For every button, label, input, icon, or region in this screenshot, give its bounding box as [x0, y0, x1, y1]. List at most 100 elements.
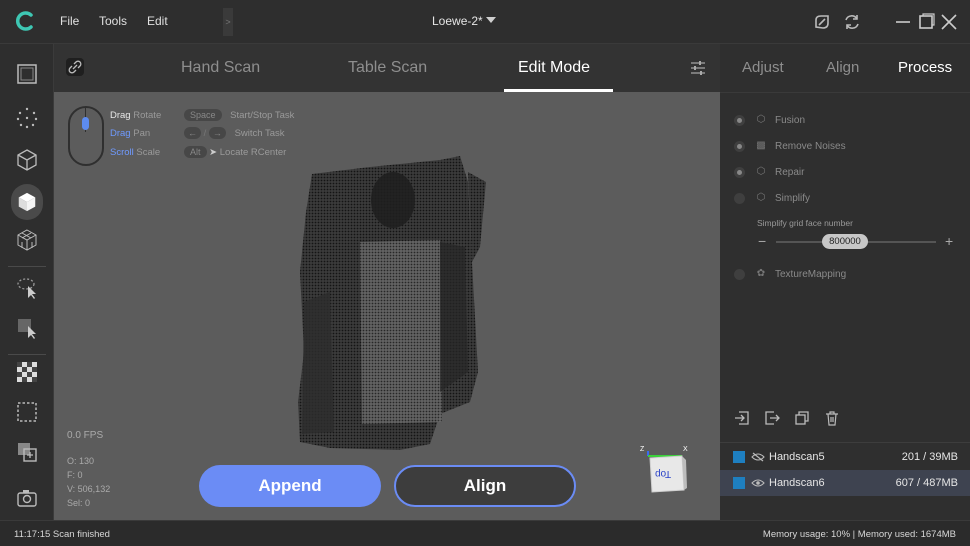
gizmo-face-label: Top [655, 468, 672, 479]
tab-adjust[interactable]: Adjust [742, 59, 784, 76]
repair-radio[interactable] [734, 166, 745, 178]
texture-mapping-radio[interactable] [734, 268, 745, 280]
process-repair[interactable]: ⬡ Repair [734, 164, 804, 180]
alt-key-badge: Alt [184, 146, 207, 158]
simplify-grid-label: Simplify grid face number [757, 218, 853, 228]
append-button[interactable]: Append [199, 465, 381, 507]
status-bar: 11:17:15 Scan finished Memory usage: 10%… [0, 520, 970, 546]
hint-pan-label: Pan [133, 128, 151, 139]
simplify-slider-value[interactable]: 800000 [822, 234, 868, 249]
axis-x-label: X [683, 446, 688, 453]
align-button[interactable]: Align [394, 465, 576, 507]
divider [720, 442, 970, 443]
process-remove-noises[interactable]: ▩ Remove Noises [734, 138, 846, 154]
remove-noises-radio[interactable] [734, 140, 745, 152]
export-icon[interactable] [764, 410, 780, 426]
layers-add-icon[interactable] [7, 434, 47, 470]
hint-switch-label: Switch Task [234, 128, 285, 139]
duplicate-icon[interactable] [794, 410, 810, 426]
refine-icon[interactable] [812, 12, 832, 32]
decrease-icon[interactable]: − [758, 233, 766, 249]
stat-o: O: 130 [67, 456, 95, 466]
minimize-icon[interactable] [893, 12, 913, 32]
camera-icon[interactable] [7, 480, 47, 516]
repair-label: Repair [775, 166, 805, 178]
fusion-radio[interactable] [734, 114, 745, 126]
hint-scale-label: Scale [136, 147, 161, 158]
hint-pan-key: Drag [110, 128, 131, 139]
arrow-right-icon: → [208, 127, 226, 139]
divider [720, 92, 970, 93]
layer-checkbox[interactable] [733, 477, 745, 489]
frame-select-icon[interactable] [7, 56, 47, 92]
scan-point-cloud[interactable] [290, 152, 540, 452]
wireframe-cube-icon[interactable] [7, 142, 47, 178]
cursor-icon: ➤ [209, 147, 218, 158]
mode-tabs-bar: Hand Scan Table Scan Edit Mode [54, 44, 720, 92]
axis-z-label: Z [640, 446, 645, 453]
link-icon[interactable] [66, 58, 84, 76]
right-panel: Adjust Align Process ⬡ Fusion ▩ Remove N… [720, 44, 970, 520]
layer-checkbox[interactable] [733, 451, 745, 463]
tab-edit-mode[interactable]: Edit Mode [518, 59, 590, 77]
hint-scale-key: Scroll [110, 147, 134, 158]
app-logo-icon [15, 11, 33, 31]
fusion-icon: ⬡ [756, 114, 766, 125]
simplify-radio[interactable] [734, 192, 745, 204]
maximize-icon[interactable] [916, 12, 936, 32]
simplify-label: Simplify [775, 192, 811, 204]
eye-hidden-icon[interactable] [751, 452, 765, 462]
chevron-down-icon[interactable] [486, 17, 496, 23]
dashed-select-icon[interactable] [7, 394, 47, 430]
collapse-handle[interactable]: > [223, 8, 233, 36]
checker-icon[interactable] [7, 354, 47, 390]
delete-icon[interactable] [824, 410, 840, 426]
settings-sliders-icon[interactable] [690, 60, 706, 76]
tab-hand-scan[interactable]: Hand Scan [181, 59, 260, 77]
layer-info: 607 / 487MB [895, 477, 958, 489]
stat-v: V: 506,132 [67, 484, 111, 494]
title-bar: File Tools Edit > Loewe-2* [0, 0, 970, 44]
tab-process[interactable]: Process [898, 59, 952, 76]
tab-align[interactable]: Align [826, 59, 859, 76]
process-fusion[interactable]: ⬡ Fusion [734, 112, 805, 128]
stat-sel: Sel: 0 [67, 498, 91, 508]
solid-cube-icon[interactable] [11, 184, 43, 220]
increase-icon[interactable]: + [945, 233, 953, 249]
texture-mapping-label: TextureMapping [775, 268, 847, 280]
refresh-icon[interactable] [842, 12, 862, 32]
process-simplify[interactable]: ⬡ Simplify [734, 190, 810, 206]
status-message: 11:17:15 Scan finished [14, 529, 110, 540]
import-icon[interactable] [734, 410, 750, 426]
memory-usage: Memory usage: 10% | Memory used: 1674MB [762, 529, 956, 540]
arrow-left-icon: ← [184, 127, 201, 139]
divider [8, 266, 46, 267]
close-icon[interactable] [939, 12, 959, 32]
menu-tools[interactable]: Tools [99, 14, 127, 28]
remove-noises-label: Remove Noises [775, 140, 846, 152]
layer-name: Handscan6 [769, 477, 825, 489]
menu-edit[interactable]: Edit [147, 14, 168, 28]
repair-icon: ⬡ [756, 166, 766, 177]
layer-row-handscan5[interactable]: Handscan5 201 / 39MB [720, 444, 970, 470]
process-texture-mapping[interactable]: ✿ TextureMapping [734, 266, 846, 282]
orientation-gizmo[interactable]: Z X Top [640, 446, 692, 498]
mesh-cube-icon[interactable] [7, 222, 47, 258]
hint-rotate-label: Rotate [133, 110, 162, 121]
3d-viewport[interactable]: Hand Scan Table Scan Edit Mode Drag Rota… [54, 44, 720, 520]
tab-table-scan[interactable]: Table Scan [348, 59, 427, 77]
simplify-icon: ⬡ [756, 192, 766, 203]
brush-select-icon[interactable] [7, 310, 47, 346]
texture-mapping-icon: ✿ [756, 268, 766, 279]
layer-row-handscan6[interactable]: Handscan6 607 / 487MB [720, 470, 970, 496]
menu-file[interactable]: File [60, 14, 79, 28]
layer-name: Handscan5 [769, 451, 825, 463]
eye-icon[interactable] [751, 478, 765, 488]
lasso-select-icon[interactable] [7, 270, 47, 306]
mouse-icon [68, 106, 104, 166]
fps-readout: 0.0 FPS [67, 430, 104, 441]
document-title[interactable]: Loewe-2* [432, 14, 483, 28]
active-tab-indicator [504, 89, 613, 92]
point-cloud-icon[interactable] [7, 100, 47, 136]
remove-noises-icon: ▩ [756, 140, 766, 151]
